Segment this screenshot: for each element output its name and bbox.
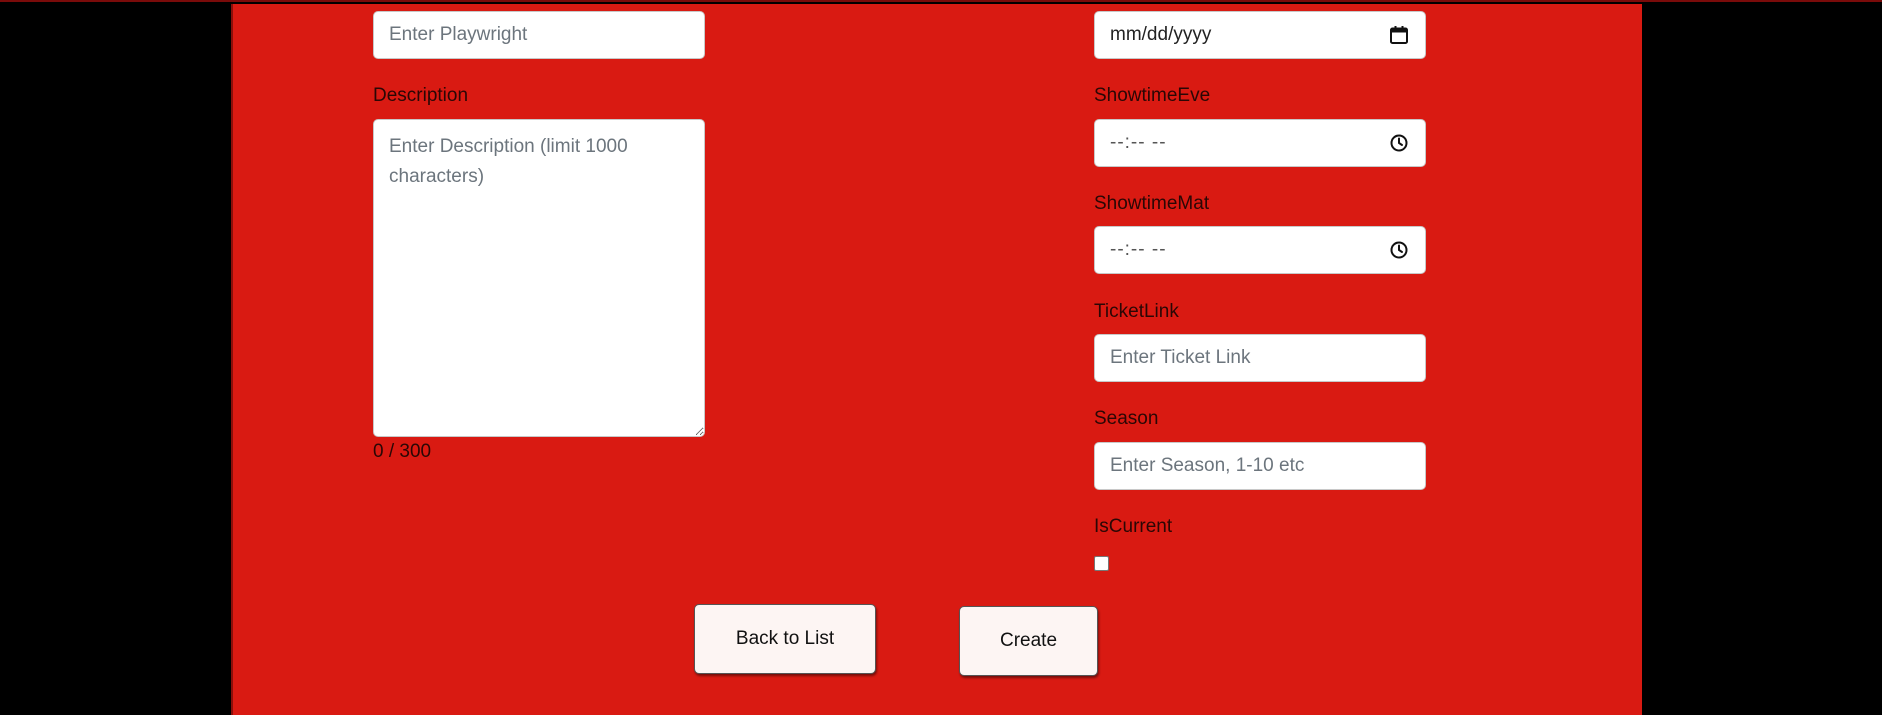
showtime-eve-value: --:-- -- bbox=[1110, 132, 1167, 153]
is-current-label: IsCurrent bbox=[1094, 516, 1173, 537]
showtime-mat-label: ShowtimeMat bbox=[1094, 193, 1210, 214]
date-input[interactable]: mm/dd/yyyy bbox=[1094, 11, 1426, 59]
form-panel: Description 0 / 300 mm/dd/yyyy ShowtimeE… bbox=[231, 4, 1642, 715]
description-char-counter: 0 / 300 bbox=[373, 441, 432, 462]
showtime-eve-label: ShowtimeEve bbox=[1094, 85, 1211, 106]
ticket-link-input[interactable] bbox=[1094, 334, 1426, 382]
is-current-checkbox[interactable] bbox=[1094, 556, 1109, 571]
create-button[interactable]: Create bbox=[959, 606, 1098, 676]
clock-icon[interactable] bbox=[1388, 239, 1410, 261]
season-input[interactable] bbox=[1094, 442, 1426, 490]
calendar-icon[interactable] bbox=[1388, 24, 1410, 46]
clock-icon[interactable] bbox=[1388, 132, 1410, 154]
showtime-mat-value: --:-- -- bbox=[1110, 239, 1167, 260]
top-border bbox=[0, 0, 1882, 2]
description-textarea[interactable] bbox=[373, 119, 705, 437]
date-input-value: mm/dd/yyyy bbox=[1110, 24, 1212, 45]
showtime-mat-input[interactable]: --:-- -- bbox=[1094, 226, 1426, 274]
season-label: Season bbox=[1094, 408, 1159, 429]
playwright-input[interactable] bbox=[373, 11, 705, 59]
showtime-eve-input[interactable]: --:-- -- bbox=[1094, 119, 1426, 167]
description-label: Description bbox=[373, 85, 469, 106]
ticket-link-label: TicketLink bbox=[1094, 301, 1179, 322]
back-to-list-button[interactable]: Back to List bbox=[694, 604, 876, 674]
